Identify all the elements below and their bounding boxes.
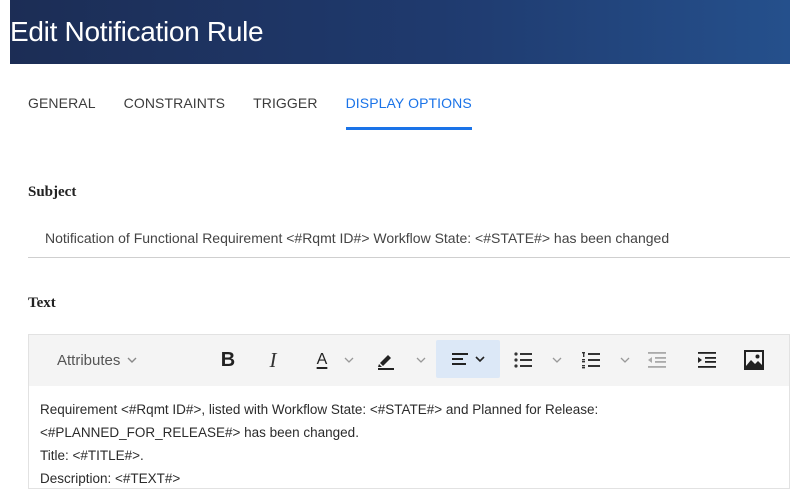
text-label: Text xyxy=(28,295,56,311)
chevron-down-icon xyxy=(552,357,562,363)
indent-icon xyxy=(698,352,716,368)
editor-line: Description: <#TEXT#> xyxy=(40,471,181,486)
subject-input[interactable] xyxy=(28,218,790,257)
numbered-list-dropdown[interactable] xyxy=(617,335,633,385)
chevron-down-icon xyxy=(127,357,137,363)
tab-trigger[interactable]: TRIGGER xyxy=(253,84,317,127)
attributes-dropdown[interactable]: Attributes xyxy=(57,335,167,385)
tab-bar: GENERAL CONSTRAINTS TRIGGER DISPLAY OPTI… xyxy=(28,84,500,130)
font-color-button[interactable]: A xyxy=(307,335,337,385)
highlighter-icon xyxy=(378,355,394,370)
tab-display-options[interactable]: DISPLAY OPTIONS xyxy=(345,84,472,130)
editor-line: <#PLANNED_FOR_RELEASE#> has been changed… xyxy=(40,425,359,440)
outdent-button[interactable] xyxy=(643,335,671,385)
page-title: Edit Notification Rule xyxy=(10,16,264,47)
editor-toolbar: Attributes B I A xyxy=(28,334,790,386)
bulleted-list-icon xyxy=(514,352,532,368)
subject-label: Subject xyxy=(28,184,77,200)
highlight-button[interactable] xyxy=(371,335,401,385)
insert-image-button[interactable] xyxy=(739,335,769,385)
page-header: Edit Notification Rule xyxy=(10,0,790,64)
editor-line: Requirement <#Rqmt ID#>, listed with Wor… xyxy=(40,402,599,417)
attributes-label: Attributes xyxy=(57,351,121,369)
bold-icon: B xyxy=(220,348,236,371)
numbered-list-button[interactable] xyxy=(577,335,605,385)
highlight-dropdown[interactable] xyxy=(413,335,429,385)
bulleted-list-button[interactable] xyxy=(509,335,537,385)
numbered-list-icon xyxy=(582,352,600,369)
chevron-down-icon xyxy=(475,356,485,363)
bulleted-list-dropdown[interactable] xyxy=(549,335,565,385)
editor-line: Title: <#TITLE#>. xyxy=(40,448,144,463)
chevron-down-icon xyxy=(344,357,354,363)
text-editor[interactable]: Requirement <#Rqmt ID#>, listed with Wor… xyxy=(28,386,790,489)
tab-general[interactable]: GENERAL xyxy=(28,84,96,127)
italic-button[interactable]: I xyxy=(261,335,285,385)
italic-icon: I xyxy=(269,347,277,372)
font-color-icon: A xyxy=(316,351,328,368)
align-dropdown[interactable] xyxy=(436,340,500,378)
image-icon xyxy=(744,350,764,370)
chevron-down-icon xyxy=(620,357,630,363)
bold-button[interactable]: B xyxy=(215,335,241,385)
indent-button[interactable] xyxy=(693,335,721,385)
outdent-icon xyxy=(648,352,666,368)
chevron-down-icon xyxy=(416,357,426,363)
align-left-icon xyxy=(452,353,468,365)
tab-constraints[interactable]: CONSTRAINTS xyxy=(124,84,225,127)
subject-field-container xyxy=(28,218,790,258)
font-color-dropdown[interactable] xyxy=(341,335,357,385)
